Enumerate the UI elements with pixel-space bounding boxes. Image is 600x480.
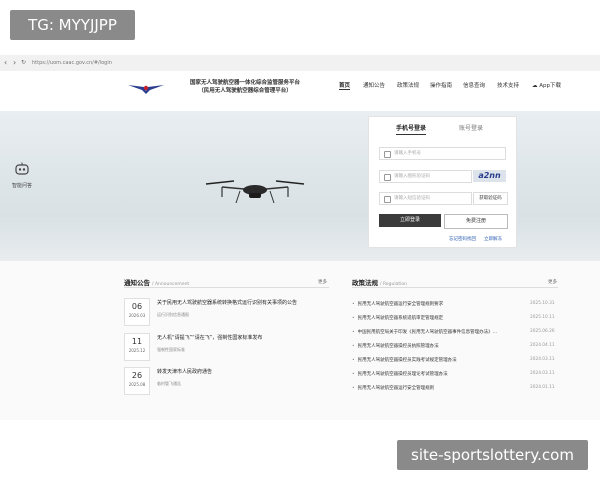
policy-item[interactable]: 中国民用航空局关于印发《民用无人驾驶航空器事件信息管理办法》… [352,329,498,335]
browser-window: ‹ › ↻ https://uom.caac.gov.cn/#/login 国家… [0,55,600,420]
policy-date: 2025.06.26 [530,329,555,334]
watermark-top: TG: MYYJJPP [10,10,135,40]
policy-date: 2024.03.11 [530,357,555,362]
tab-phone-login[interactable]: 手机号登录 [396,123,427,135]
policy-item[interactable]: 民用无人驾驶航空器运行安全管理规则要求 [352,301,444,307]
notice-date: 06 2026.03 [124,298,150,326]
login-card: 手机号登录 账号登录 请输入手机号 请输入图形验证码 a2nn 请输入短信验证码… [368,116,517,248]
nav-notices[interactable]: 通知公告 [363,81,385,89]
policies-more-link[interactable]: 更多 [548,279,557,285]
nav-support[interactable]: 技术支持 [497,81,519,89]
robot-icon [15,162,29,175]
policy-item[interactable]: 民用无人驾驶航空器操控员实践考试规定管理办法 [352,357,457,363]
sms-placeholder: 请输入短信验证码 [394,196,430,201]
caac-logo [128,85,164,94]
ai-assistant-label: 智能问答 [11,183,32,189]
captcha-field[interactable]: 请输入图形验证码 [379,170,472,183]
nav-query[interactable]: 信息查询 [463,81,485,89]
site-title-line1: 国家无人驾驶航空器一体化综合监管服务平台 [189,80,300,86]
policies-divider [352,287,558,288]
site-title-line2: （民用无人驾驶航空器综合管理平台） [198,88,292,94]
notice-title[interactable]: 关于民用无人驾驶航空器系统转换格式运行识别有关事项的公告 [157,299,297,306]
phone-placeholder: 请输入手机号 [394,151,421,156]
notices-title: 通知公告 / Announcement [124,277,189,287]
ai-assistant-button[interactable]: 智能问答 [8,161,36,189]
url-field[interactable]: https://uom.caac.gov.cn/#/login [32,58,112,68]
shield-icon [384,174,391,181]
notice-month: 2026.03 [128,313,146,318]
notice-month: 2025.12 [128,348,146,353]
site-header: 国家无人驾驶航空器一体化综合监管服务平台 （民用无人驾驶航空器综合管理平台） 首… [0,71,600,111]
forgot-password-link[interactable]: 忘记密码找回 [449,236,476,242]
notice-subtitle: 临时管飞通告 [157,381,181,386]
notice-title[interactable]: 无人机“请提飞”“请在飞”，强制性国家标准发布 [157,334,262,341]
policies-title-text: 政策法规 [352,279,378,287]
site-title: 国家无人驾驶航空器一体化综合监管服务平台 （民用无人驾驶航空器综合管理平台） [170,79,320,95]
policy-date: 2024.04.11 [530,343,555,348]
captcha-placeholder: 请输入图形验证码 [394,174,430,179]
notices-divider [124,287,329,288]
notice-date: 26 2025.08 [124,367,150,395]
nav-app-label: App下载 [539,83,561,89]
nav-app-download[interactable]: ☁ App下载 [532,81,561,89]
notices-title-text: 通知公告 [124,279,150,287]
nav-home[interactable]: 首页 [339,81,351,90]
message-icon [384,196,391,203]
phone-icon [384,151,391,158]
policy-date: 2025.10.11 [530,315,555,320]
drone-image [205,180,305,204]
policy-date: 2024.01.11 [530,385,555,390]
policy-item[interactable]: 民用无人驾驶航空器操控员理论考试管理办法 [352,371,448,377]
notice-subtitle: 强制性国家标准 [157,347,185,352]
policy-item[interactable]: 民用无人驾驶航空器操控员执照管理办法 [352,343,439,349]
hero-banner: 智能问答 手机号登录 账号登录 请输入手机号 请输入图形验证码 a2nn 请输入… [0,111,600,261]
captcha-image[interactable]: a2nn [473,170,506,182]
policy-date: 2024.03.11 [530,371,555,376]
cloud-download-icon: ☁ [532,83,538,89]
notice-month: 2025.08 [128,382,146,387]
unfreeze-link[interactable]: 立即解冻 [484,236,502,242]
phone-field[interactable]: 请输入手机号 [379,147,506,160]
reload-icon[interactable]: ↻ [21,57,26,69]
login-button[interactable]: 立即登录 [379,214,441,227]
notice-day: 11 [131,337,143,346]
notice-day: 06 [131,302,143,311]
notice-date: 11 2025.12 [124,333,150,361]
tab-account-login[interactable]: 账号登录 [459,123,483,132]
notice-subtitle: 运行识别信息通报 [157,312,189,317]
policy-item[interactable]: 民用无人驾驶航空器运行安全管理规则 [352,385,435,391]
notice-title[interactable]: 转发天津市人民政府通告 [157,368,212,375]
watermark-bottom: site-sportslottery.com [397,440,588,470]
get-sms-code-button[interactable]: 获取验证码 [473,192,508,205]
nav-guide[interactable]: 操作指南 [430,81,452,89]
notices-more-link[interactable]: 更多 [318,279,327,285]
address-bar: ‹ › ↻ https://uom.caac.gov.cn/#/login [0,55,600,72]
nav-policies[interactable]: 政策法规 [397,81,419,89]
register-button[interactable]: 免费注册 [444,214,508,229]
policies-title: 政策法规 / Regulation [352,277,407,287]
forward-icon[interactable]: › [13,57,16,69]
back-icon[interactable]: ‹ [4,57,7,69]
policy-item[interactable]: 民用无人驾驶航空器系统适航审定管理规定 [352,315,444,321]
policy-date: 2025.10.31 [530,301,555,306]
sms-code-field[interactable]: 请输入短信验证码 [379,192,472,205]
notice-day: 26 [131,371,143,380]
